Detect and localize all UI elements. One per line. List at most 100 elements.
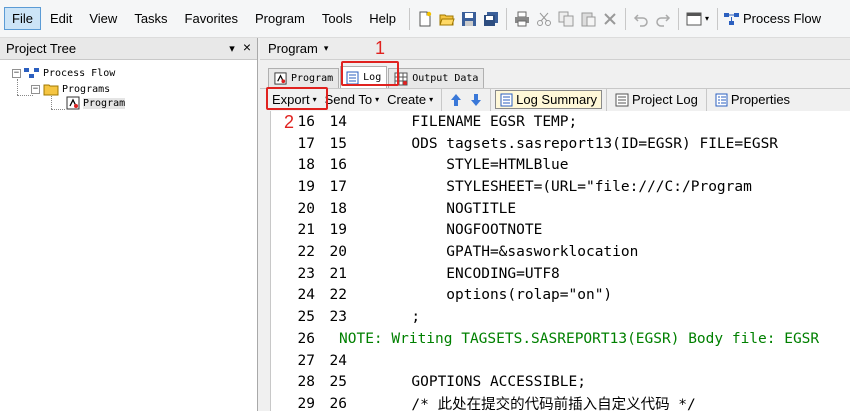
log-line: 20 18 NOGTITLE: [271, 198, 517, 220]
menu-edit[interactable]: Edit: [42, 7, 80, 30]
log-line: 16 14 FILENAME EGSR TEMP;: [271, 111, 578, 133]
log-line-text: GPATH=&sasworklocation: [359, 244, 639, 261]
process-flow-button[interactable]: Process Flow: [722, 11, 821, 26]
toolbar-separator: [505, 7, 507, 30]
log-line-text: STYLESHEET=(URL="file:///C:/Program: [359, 178, 752, 195]
program-icon: [66, 96, 80, 110]
toolbar-separator: [677, 7, 679, 30]
source-line-number: 16: [329, 157, 347, 174]
program-icon: [274, 72, 287, 85]
source-line-number: 21: [329, 265, 347, 282]
source-line-number: 15: [329, 135, 347, 152]
log-line-number: 23: [297, 265, 315, 282]
process-flow-icon: [24, 68, 39, 78]
source-line-number: 23: [329, 309, 347, 326]
source-line-number: 18: [329, 200, 347, 217]
process-flow-label: Process Flow: [743, 11, 822, 26]
redo-icon[interactable]: [652, 8, 674, 30]
window-dropdown-icon[interactable]: ▾: [705, 14, 709, 23]
log-note-text: NOTE: Writing TAGSETS.SASREPORT13(EGSR) …: [339, 330, 820, 347]
collapse-icon[interactable]: −: [12, 68, 21, 78]
log-line: 17 15 ODS tagsets.sasreport13(ID=EGSR) F…: [271, 133, 779, 155]
create-button[interactable]: Create ▾: [383, 91, 437, 108]
tab-label: Program: [291, 73, 334, 84]
cut-icon[interactable]: [533, 8, 555, 30]
chevron-down-icon[interactable]: ▾: [324, 43, 329, 54]
log-line: 19 17 STYLESHEET=(URL="file:///C:/Progra…: [271, 176, 752, 198]
pin-icon[interactable]: ▾: [229, 42, 235, 55]
log-line-number: 21: [297, 222, 315, 239]
log-line-number: 28: [297, 374, 315, 391]
program-window-header[interactable]: Program ▾: [260, 38, 850, 60]
copy-icon[interactable]: [555, 8, 577, 30]
tree-item-label: Program: [83, 97, 126, 109]
project-log-icon: [615, 93, 629, 106]
log-line: 27 24: [271, 350, 359, 372]
tree-item-program[interactable]: Program: [66, 96, 126, 110]
program-window-title: Program: [268, 41, 318, 56]
menu-program[interactable]: Program: [247, 7, 313, 30]
properties-button[interactable]: Properties: [711, 91, 794, 108]
tab-output-data[interactable]: Output Data: [388, 68, 485, 88]
log-summary-button[interactable]: Log Summary: [495, 90, 603, 109]
new-icon[interactable]: [414, 8, 436, 30]
send-to-button[interactable]: Send To ▾: [321, 91, 383, 108]
tree-item-label: Programs: [62, 83, 111, 95]
log-line-text: /* 此处在提交的代码前插入自定义代码 */: [359, 397, 696, 411]
menu-help[interactable]: Help: [361, 7, 404, 30]
window-icon[interactable]: [683, 8, 705, 30]
close-icon[interactable]: ×: [243, 40, 251, 55]
create-label: Create: [387, 92, 427, 107]
project-log-button[interactable]: Project Log: [611, 91, 702, 108]
print-icon[interactable]: [511, 8, 533, 30]
menu-tools[interactable]: Tools: [314, 7, 360, 30]
arrow-down-icon: [471, 93, 482, 106]
log-line: 18 16 STYLE=HTMLBlue: [271, 154, 569, 176]
menu-view[interactable]: View: [81, 7, 125, 30]
tab-program[interactable]: Program: [268, 68, 340, 88]
paste-icon[interactable]: [577, 8, 599, 30]
tree-connector: [51, 96, 52, 109]
log-line: 28 25 GOPTIONS ACCESSIBLE;: [271, 371, 586, 393]
log-line-text: ODS tagsets.sasreport13(ID=EGSR) FILE=EG…: [359, 135, 779, 152]
tree-item-process-flow[interactable]: − Process Flow: [12, 66, 115, 80]
log-line: 21 19 NOGFOOTNOTE: [271, 220, 543, 242]
project-tree-title: Project Tree: [6, 41, 77, 56]
log-line-number: 24: [297, 287, 315, 304]
log-line-number: 20: [297, 200, 315, 217]
menu-favorites[interactable]: Favorites: [177, 7, 246, 30]
send-to-label: Send To: [324, 92, 373, 107]
delete-icon[interactable]: [599, 8, 621, 30]
menu-tasks[interactable]: Tasks: [126, 7, 175, 30]
undo-icon[interactable]: [630, 8, 652, 30]
source-line-number: 17: [329, 178, 347, 195]
log-line-note: 26 NOTE: Writing TAGSETS.SASREPORT13(EGS…: [271, 328, 820, 350]
toolbar-separator: [408, 7, 410, 30]
open-folder-icon[interactable]: [436, 8, 458, 30]
next-button[interactable]: [466, 92, 486, 108]
project-log-label: Project Log: [632, 92, 698, 107]
toolbar-separator: [606, 88, 608, 111]
log-line-number: 22: [297, 244, 315, 261]
log-line-number: 25: [297, 309, 315, 326]
folder-icon: [43, 84, 59, 95]
log-line-number: 17: [297, 135, 315, 152]
log-viewer[interactable]: 16 14 FILENAME EGSR TEMP; 17 15 ODS tags…: [270, 111, 850, 411]
source-line-number: 14: [329, 113, 347, 130]
tree-item-programs[interactable]: − Programs: [31, 82, 110, 96]
tab-label: Output Data: [412, 73, 479, 84]
log-toolbar: Export ▾ Send To ▾ Create ▾ Log Summary …: [260, 88, 850, 111]
properties-label: Properties: [730, 92, 791, 107]
chevron-down-icon: ▾: [375, 95, 380, 104]
log-line-text: ENCODING=UTF8: [359, 265, 560, 282]
menu-file[interactable]: File: [4, 7, 41, 30]
source-line-number: 26: [329, 395, 347, 411]
log-line-number: 26: [297, 330, 315, 347]
log-line-number: 19: [297, 178, 315, 195]
save-icon[interactable]: [458, 8, 480, 30]
program-window: Program ▾ Program Log Output Data Export…: [260, 38, 850, 411]
save-all-icon[interactable]: [480, 8, 502, 30]
previous-button[interactable]: [446, 92, 466, 108]
collapse-icon[interactable]: −: [31, 84, 40, 94]
toolbar-separator: [717, 7, 718, 30]
